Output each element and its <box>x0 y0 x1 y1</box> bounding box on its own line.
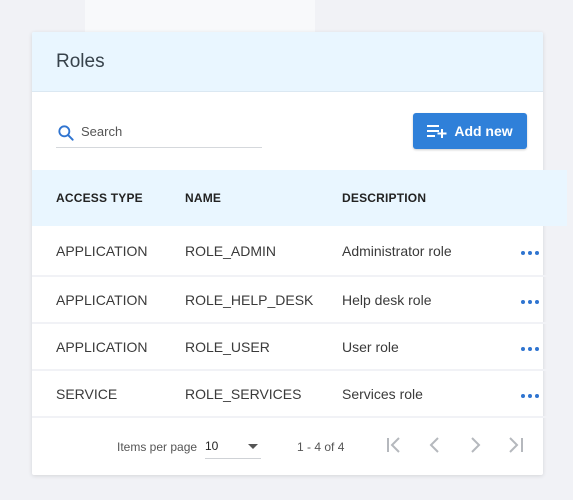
table-header-row: ACCESS TYPE NAME DESCRIPTION <box>32 170 567 226</box>
column-header-access-type[interactable]: ACCESS TYPE <box>32 170 185 226</box>
column-header-name[interactable]: NAME <box>185 170 342 226</box>
more-options-icon[interactable] <box>521 296 539 308</box>
cell-actions <box>503 323 567 370</box>
cell-actions <box>503 226 567 276</box>
column-header-description[interactable]: DESCRIPTION <box>342 170 503 226</box>
cell-access-type: APPLICATION <box>56 338 148 355</box>
more-options-icon[interactable] <box>521 247 539 259</box>
table-row[interactable]: SERVICE ROLE_SERVICES Services role <box>32 370 567 417</box>
prev-page-icon[interactable] <box>424 434 446 456</box>
cell-access-type: APPLICATION <box>56 291 148 308</box>
chevron-down-icon <box>248 444 258 449</box>
items-per-page-value: 10 <box>205 439 219 453</box>
cell-name: ROLE_USER <box>185 338 270 355</box>
playlist-add-icon <box>427 125 447 138</box>
cell-access-type: SERVICE <box>56 385 118 402</box>
column-header-actions <box>503 170 567 226</box>
items-per-page-label: Items per page <box>117 440 198 454</box>
cell-access-type: APPLICATION <box>56 242 148 259</box>
cell-name: ROLE_SERVICES <box>185 385 302 402</box>
table-row[interactable]: APPLICATION ROLE_HELP_DESK Help desk rol… <box>32 276 567 323</box>
card-header: Roles <box>32 32 543 92</box>
add-new-label: Add new <box>454 123 513 139</box>
search-icon <box>58 125 74 141</box>
table-row[interactable]: APPLICATION ROLE_USER User role <box>32 323 567 370</box>
add-new-button[interactable]: Add new <box>413 113 527 149</box>
pagination-bar: Items per page 10 1 - 4 of 4 <box>32 418 543 475</box>
cell-name: ROLE_ADMIN <box>185 242 277 259</box>
cell-actions <box>503 276 567 323</box>
cell-description: User role <box>342 338 399 355</box>
search-input[interactable] <box>81 124 251 139</box>
toolbar: Add new <box>32 92 543 170</box>
more-options-icon[interactable] <box>521 390 539 402</box>
last-page-icon[interactable] <box>504 434 526 456</box>
cell-name: ROLE_HELP_DESK <box>185 291 314 308</box>
table-row[interactable]: APPLICATION ROLE_ADMIN Administrator rol… <box>32 226 567 276</box>
roles-card: Roles Add new ACCESS TYPE NAME <box>32 32 567 475</box>
items-per-page-select[interactable]: 10 <box>205 434 261 459</box>
next-page-icon[interactable] <box>464 434 486 456</box>
pagination-range: 1 - 4 of 4 <box>297 440 345 454</box>
page-title: Roles <box>56 50 105 72</box>
cell-description: Administrator role <box>342 242 452 259</box>
first-page-icon[interactable] <box>384 434 406 456</box>
search-field[interactable] <box>56 124 262 148</box>
cell-actions <box>503 370 567 417</box>
roles-table: ACCESS TYPE NAME DESCRIPTION APPLICATION… <box>32 170 567 418</box>
cell-description: Help desk role <box>342 291 432 308</box>
more-options-icon[interactable] <box>521 343 539 355</box>
cell-description: Services role <box>342 385 423 402</box>
